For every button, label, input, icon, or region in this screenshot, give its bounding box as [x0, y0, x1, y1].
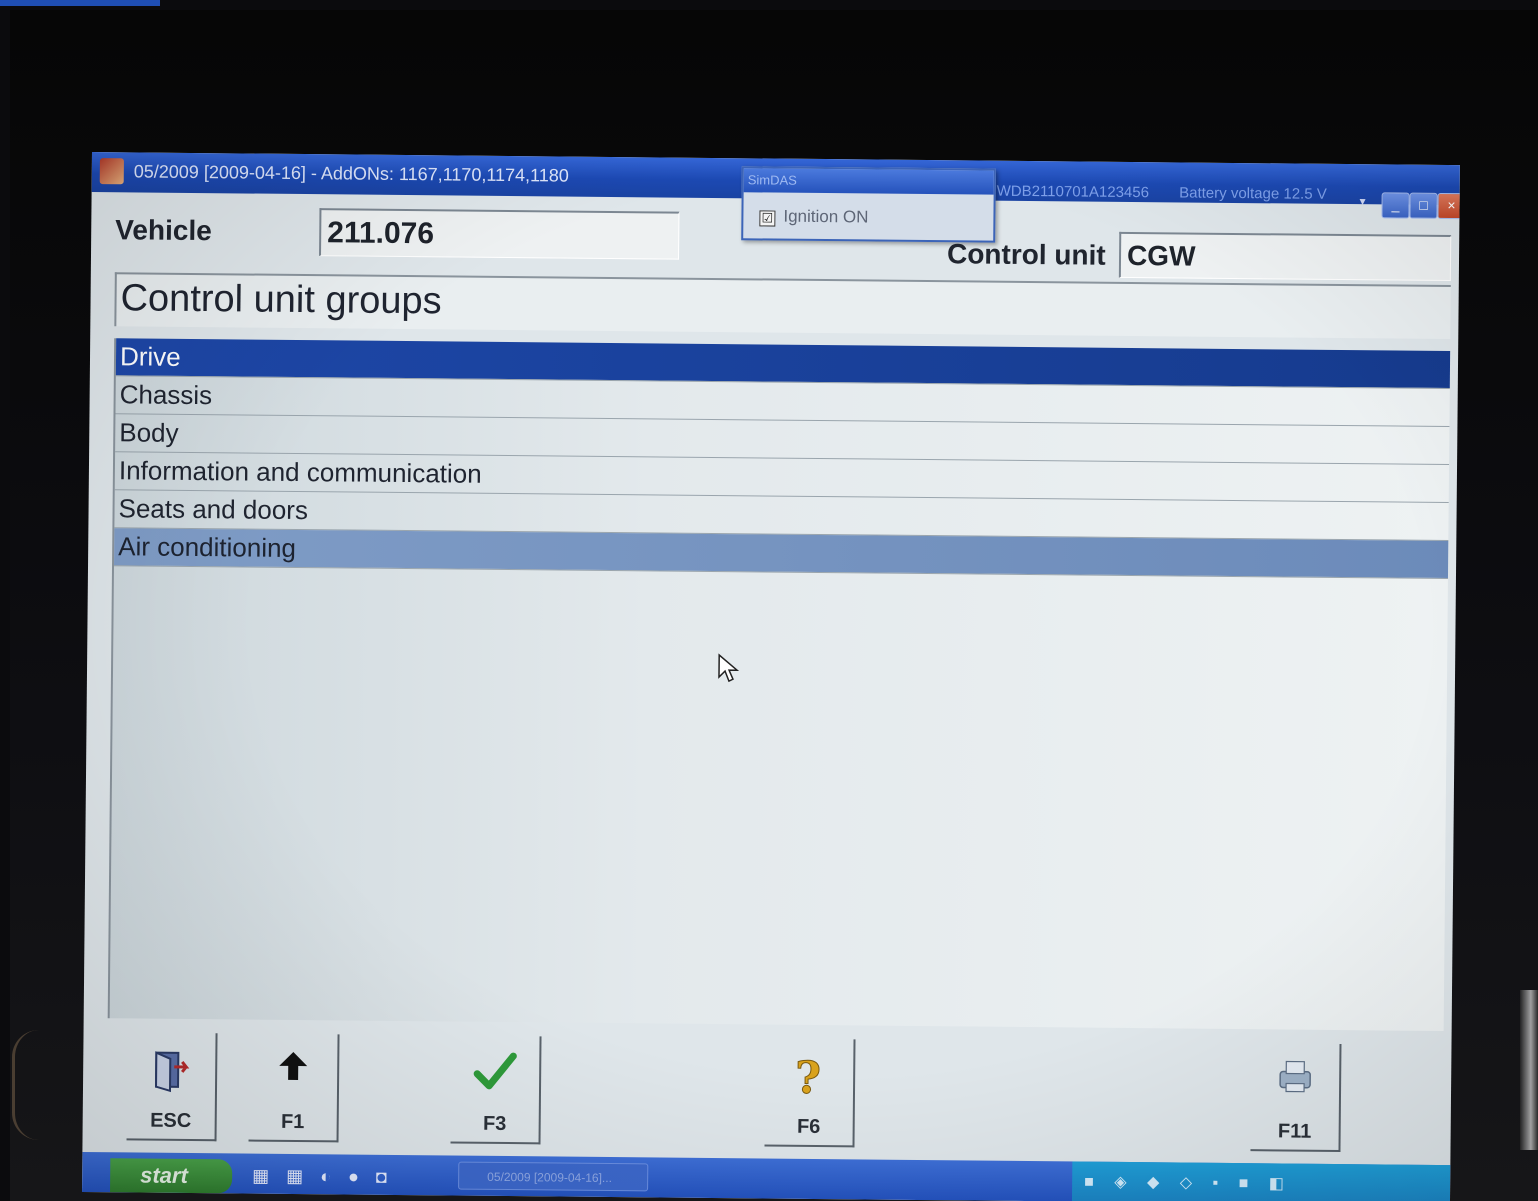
battery-voltage-text: Battery voltage 12.5 V [1179, 184, 1327, 203]
page-title: Control unit groups [114, 272, 1451, 340]
vin-text: WDB2110701A123456 [996, 182, 1150, 202]
mouse-cursor-icon [718, 653, 740, 683]
esc-button-label: ESC [150, 1109, 192, 1132]
app-icon [99, 158, 124, 185]
vehicle-label: Vehicle [115, 214, 212, 247]
f6-button-label: F6 [796, 1115, 821, 1139]
stand-right [1520, 990, 1538, 1150]
ignition-checkbox-label: Ignition ON [783, 206, 869, 227]
f3-button-label: F3 [482, 1112, 507, 1136]
control-unit-field: CGW [1118, 231, 1452, 282]
ignition-checkbox[interactable]: ☑ [759, 210, 776, 227]
close-button[interactable]: × [1437, 192, 1460, 220]
arrow-up-icon [279, 1051, 308, 1081]
f1-button-label: F1 [280, 1110, 305, 1134]
quick-launch-icons[interactable]: ▦ ▦ ◐ ● ◘ [252, 1166, 393, 1188]
checkmark-icon [473, 1052, 517, 1090]
simdas-popup-title: SimDAS [743, 168, 994, 195]
ignition-on-option[interactable]: ☑ Ignition ON [759, 206, 869, 227]
printer-icon [1279, 1060, 1311, 1093]
vehicle-field: 211.076 [319, 208, 680, 260]
chevron-down-icon[interactable]: ▾ [1360, 194, 1366, 208]
simdas-popup: SimDAS ☑ Ignition ON [741, 166, 996, 243]
photo-stage: 05/2009 [2009-04-16] - AddONs: 1167,1170… [0, 0, 1538, 1201]
top-sliver [0, 0, 160, 6]
f11-button-label: F11 [1277, 1120, 1312, 1143]
exit-door-icon [155, 1051, 190, 1093]
help-question-icon: ? [794, 1052, 821, 1104]
taskbar: start ▦ ▦ ◐ ● ◘ 05/2009 [2009-04-16]... … [82, 1151, 1451, 1201]
control-unit-group-list: Drive Chassis Body Information and commu… [107, 338, 1451, 1032]
tray-icons[interactable]: ■ ◈ ◆ ◇ ▪ ■ ◧ [1084, 1172, 1292, 1194]
f1-button[interactable]: F1 [248, 1033, 340, 1143]
title-status-info: WDB2110701A123456 Battery voltage 12.5 V [997, 183, 1353, 203]
cable-left [12, 1030, 39, 1140]
minimize-button[interactable]: _ [1381, 192, 1410, 219]
f3-button[interactable]: F3 [450, 1035, 542, 1145]
taskbar-item-app[interactable]: 05/2009 [2009-04-16]... [458, 1161, 649, 1192]
f6-button[interactable]: ? F6 [764, 1038, 856, 1148]
control-unit-label: Control unit [946, 238, 1106, 271]
esc-button[interactable]: ESC [126, 1032, 218, 1142]
system-tray: ■ ◈ ◆ ◇ ▪ ■ ◧ [1071, 1161, 1451, 1201]
monitor-screen: 05/2009 [2009-04-16] - AddONs: 1167,1170… [82, 152, 1460, 1201]
maximize-button[interactable]: □ [1409, 192, 1438, 219]
svg-text:?: ? [795, 1053, 821, 1101]
window-title: 05/2009 [2009-04-16] - AddONs: 1167,1170… [133, 161, 569, 186]
f11-button[interactable]: F11 [1250, 1043, 1342, 1153]
start-button[interactable]: start [110, 1158, 233, 1194]
